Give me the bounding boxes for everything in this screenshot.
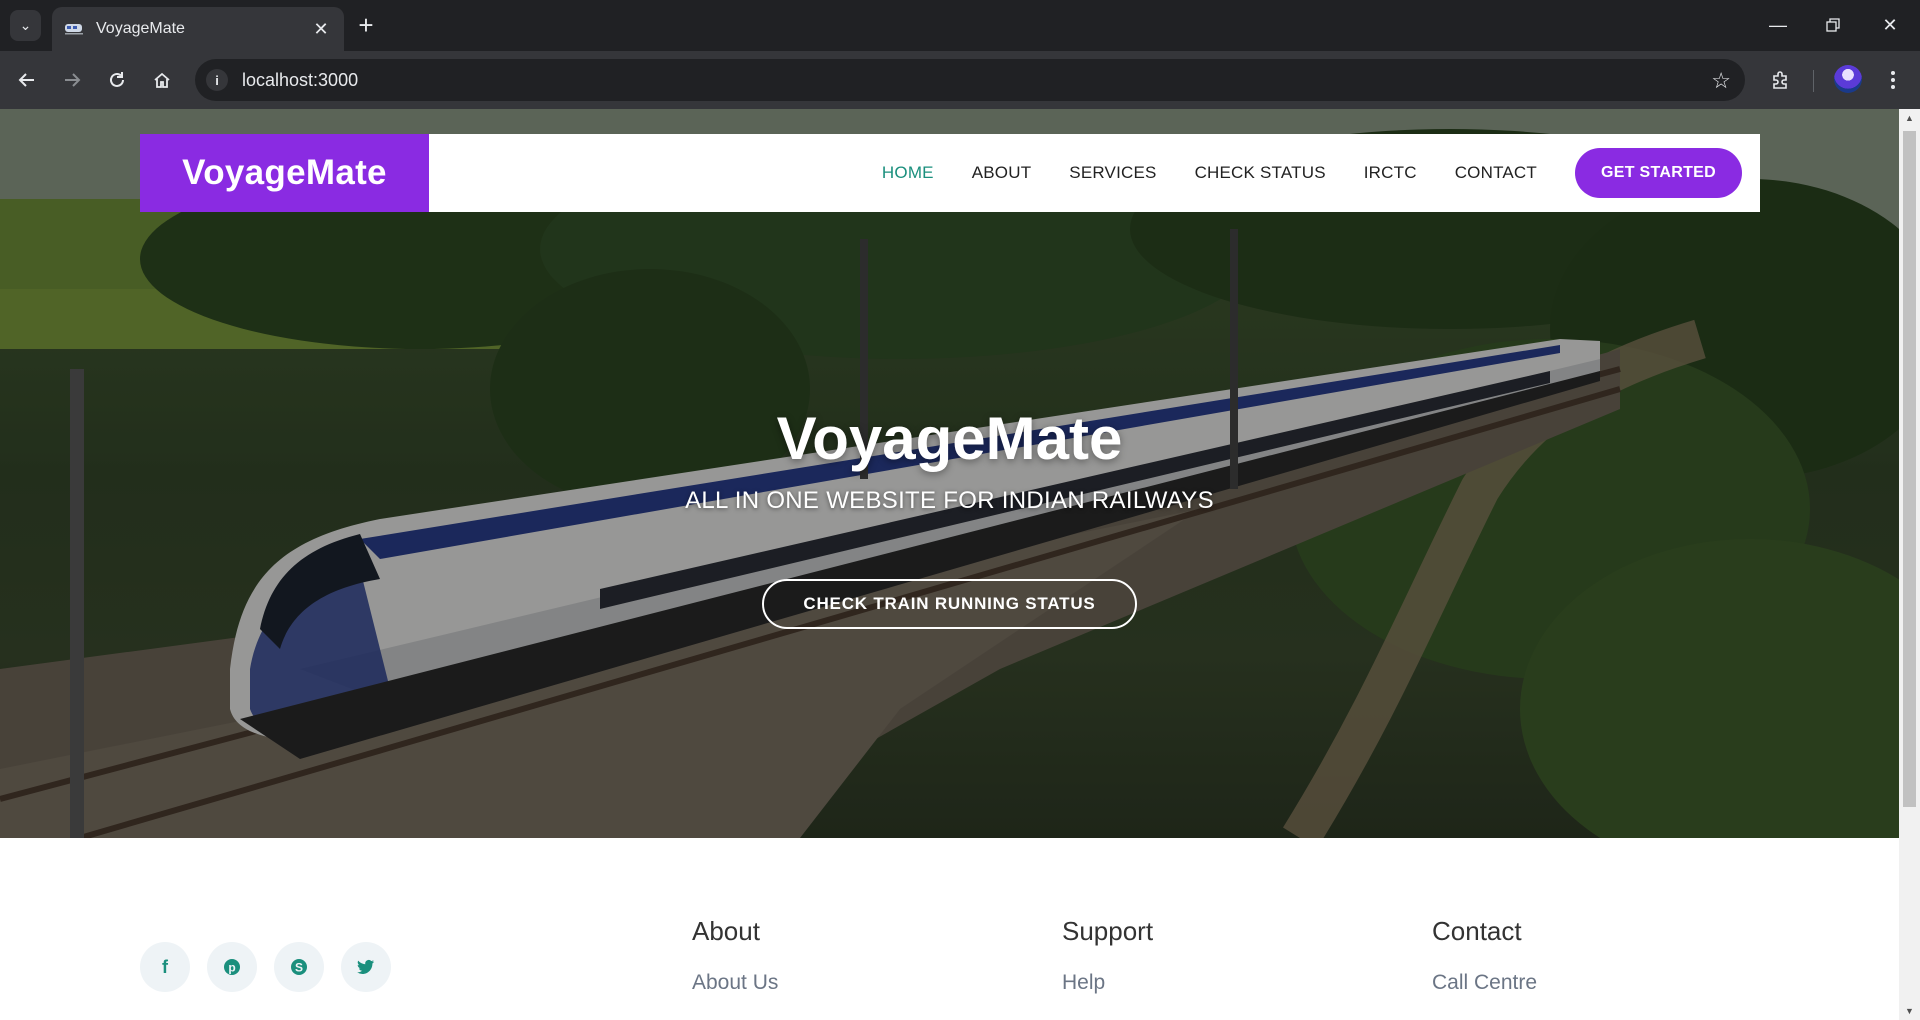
nav-check-status-link[interactable]: CHECK STATUS (1195, 163, 1326, 183)
minimize-icon[interactable]: — (1760, 8, 1796, 42)
nav-contact-link[interactable]: CONTACT (1455, 163, 1537, 183)
nav-links: HOME ABOUT SERVICES CHECK STATUS IRCTC C… (844, 134, 1760, 212)
footer-contact-heading: Contact (1432, 916, 1522, 946)
footer-contact-column: Contact Call Centre (1432, 916, 1537, 995)
nav-irctc-link[interactable]: IRCTC (1364, 163, 1417, 183)
page-scrollbar[interactable]: ▲ ▼ (1899, 109, 1920, 1020)
footer-call-centre-link[interactable]: Call Centre (1432, 971, 1537, 995)
footer-about-heading: About (692, 916, 760, 946)
get-started-button[interactable]: GET STARTED (1575, 148, 1742, 198)
toolbar-separator (1813, 70, 1814, 92)
browser-tab[interactable]: VoyageMate ✕ (52, 7, 344, 51)
tab-close-icon[interactable]: ✕ (310, 18, 332, 40)
nav-services-link[interactable]: SERVICES (1069, 163, 1156, 183)
browser-tab-bar: ⌄ VoyageMate ✕ + — ✕ (0, 0, 1920, 51)
facebook-icon[interactable]: f (140, 942, 190, 992)
twitter-icon[interactable] (341, 942, 391, 992)
footer-about-us-link[interactable]: About Us (692, 971, 778, 995)
footer-help-link[interactable]: Help (1062, 971, 1153, 995)
new-tab-plus-icon[interactable]: + (352, 10, 380, 40)
bookmark-star-icon[interactable]: ☆ (1711, 68, 1731, 94)
reload-icon[interactable] (101, 64, 133, 96)
site-navbar: VoyageMate HOME ABOUT SERVICES CHECK STA… (140, 134, 1760, 212)
skype-icon[interactable]: S (274, 942, 324, 992)
footer-support-column: Support Help (1062, 916, 1153, 995)
browser-toolbar: i localhost:3000 ☆ (0, 51, 1920, 109)
check-train-status-button[interactable]: CHECK TRAIN RUNNING STATUS (762, 579, 1137, 629)
tab-title: VoyageMate (96, 20, 185, 37)
close-window-icon[interactable]: ✕ (1872, 8, 1908, 42)
forward-arrow-icon[interactable] (56, 64, 88, 96)
address-bar[interactable]: i localhost:3000 ☆ (195, 59, 1745, 101)
page-viewport: VoyageMate HOME ABOUT SERVICES CHECK STA… (0, 109, 1899, 1020)
nav-home-link[interactable]: HOME (882, 163, 934, 183)
footer-about-column: About About Us (692, 916, 778, 995)
extensions-puzzle-icon[interactable] (1765, 64, 1797, 96)
home-icon[interactable] (146, 64, 178, 96)
site-info-icon[interactable]: i (206, 69, 228, 91)
restore-icon[interactable] (1815, 8, 1851, 42)
train-favicon-icon (64, 22, 84, 36)
scrollbar-thumb[interactable] (1903, 131, 1916, 807)
nav-about-link[interactable]: ABOUT (972, 163, 1032, 183)
footer-support-heading: Support (1062, 916, 1154, 946)
svg-text:p: p (228, 961, 235, 975)
url-text[interactable]: localhost:3000 (242, 70, 358, 91)
back-arrow-icon[interactable] (11, 64, 43, 96)
hero-title: VoyageMate (776, 405, 1123, 472)
scroll-down-arrow-icon[interactable]: ▼ (1899, 1002, 1920, 1020)
scroll-up-arrow-icon[interactable]: ▲ (1899, 109, 1920, 127)
hero-dark-overlay (0, 109, 1899, 838)
profile-avatar[interactable] (1834, 65, 1862, 93)
hero-section: VoyageMate HOME ABOUT SERVICES CHECK STA… (0, 109, 1899, 838)
site-footer: f p S About About Us Support Help Contac… (0, 838, 1899, 1020)
svg-text:S: S (295, 961, 303, 975)
menu-kebab-icon[interactable] (1877, 64, 1909, 96)
tab-list-chevron-down-icon[interactable]: ⌄ (10, 10, 41, 41)
pinterest-icon[interactable]: p (207, 942, 257, 992)
hero-subtitle: ALL IN ONE WEBSITE FOR INDIAN RAILWAYS (685, 487, 1214, 514)
brand-logo[interactable]: VoyageMate (140, 134, 429, 212)
